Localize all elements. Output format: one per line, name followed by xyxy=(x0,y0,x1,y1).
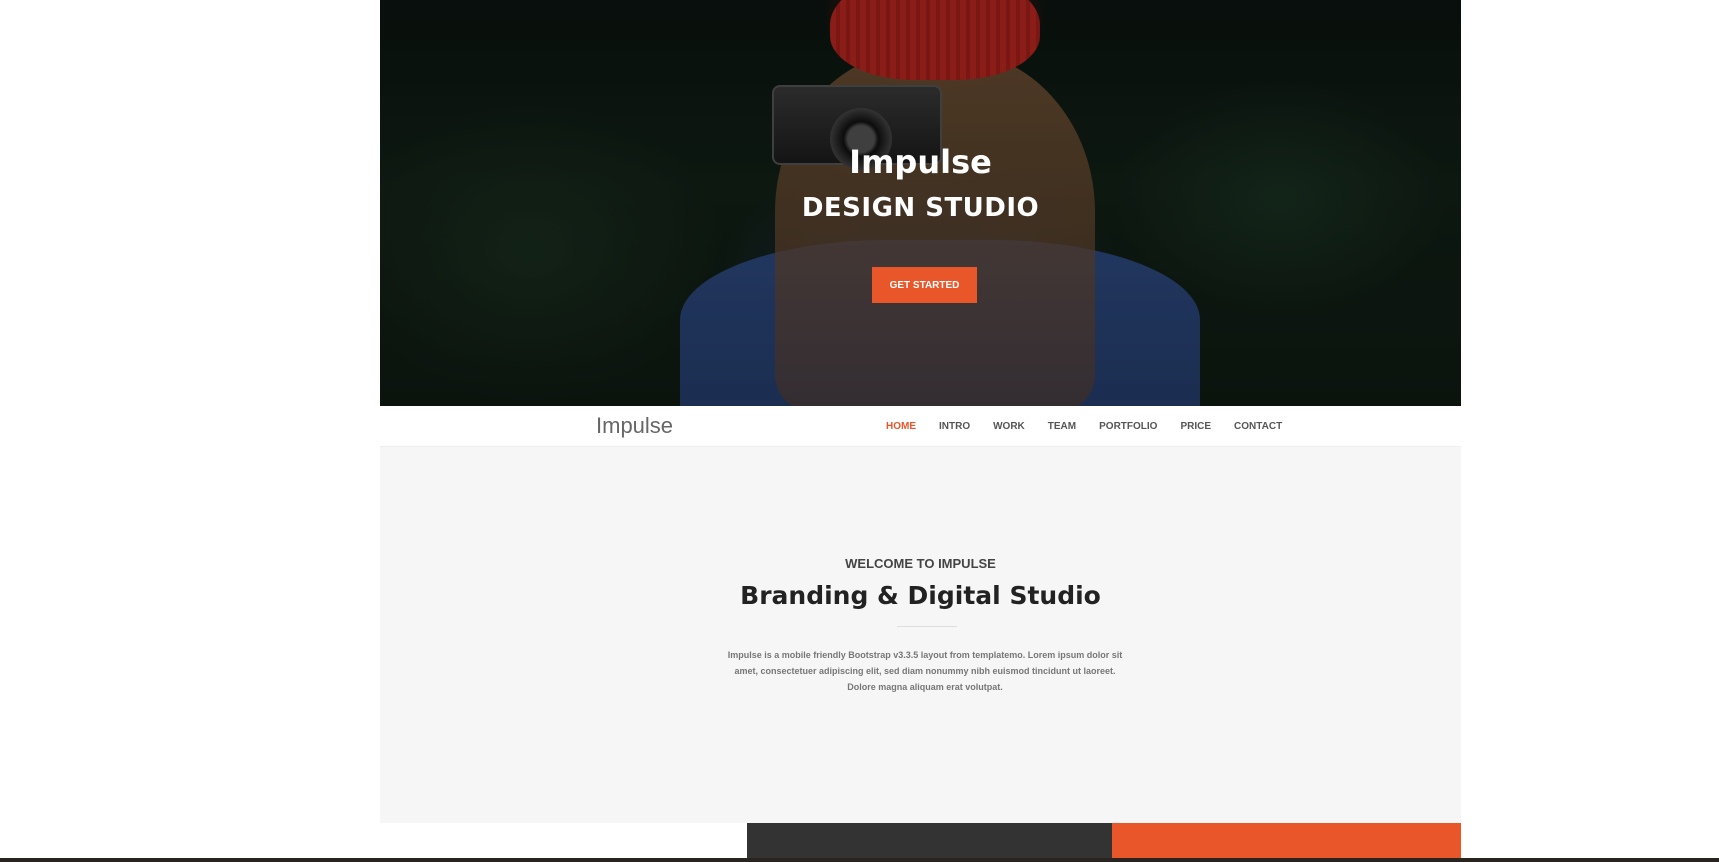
welcome-section: WELCOME TO IMPULSE Branding & Digital St… xyxy=(380,447,1461,823)
feature-panel-dark xyxy=(747,823,1112,862)
nav-brand-logo[interactable]: Impulse xyxy=(596,413,673,439)
hero-subtitle: DESIGN STUDIO xyxy=(801,193,1040,223)
get-started-button[interactable]: GET STARTED xyxy=(872,267,977,303)
page: Impulse DESIGN STUDIO GET STARTED Impuls… xyxy=(380,0,1461,862)
nav-item-home[interactable]: HOME xyxy=(886,421,916,432)
welcome-kicker: WELCOME TO IMPULSE xyxy=(845,556,996,571)
nav-item-intro[interactable]: INTRO xyxy=(939,421,970,432)
main-navbar: Impulse HOME INTRO WORK TEAM PORTFOLIO P… xyxy=(380,406,1461,447)
nav-item-portfolio[interactable]: PORTFOLIO xyxy=(1099,421,1157,432)
nav-item-contact[interactable]: CONTACT xyxy=(1234,421,1282,432)
feature-panel-orange xyxy=(1112,823,1461,862)
nav-item-team[interactable]: TEAM xyxy=(1048,421,1076,432)
title-divider xyxy=(897,626,957,627)
welcome-title: Branding & Digital Studio xyxy=(740,581,1101,610)
welcome-body: Impulse is a mobile friendly Bootstrap v… xyxy=(710,647,1140,695)
welcome-body-line: Dolore magna aliquam erat volutpat. xyxy=(847,682,1003,692)
welcome-body-line: Impulse is a mobile friendly Bootstrap v… xyxy=(727,650,1123,660)
nav-menu: HOME INTRO WORK TEAM PORTFOLIO PRICE CON… xyxy=(886,421,1305,432)
hero-section: Impulse DESIGN STUDIO GET STARTED xyxy=(380,0,1461,406)
nav-item-price[interactable]: PRICE xyxy=(1180,421,1211,432)
welcome-body-line: amet, consectetuer adipiscing elit, sed … xyxy=(734,666,1116,676)
bottom-strip xyxy=(0,858,1719,862)
hero-title: Impulse xyxy=(849,143,992,181)
nav-item-work[interactable]: WORK xyxy=(993,421,1025,432)
